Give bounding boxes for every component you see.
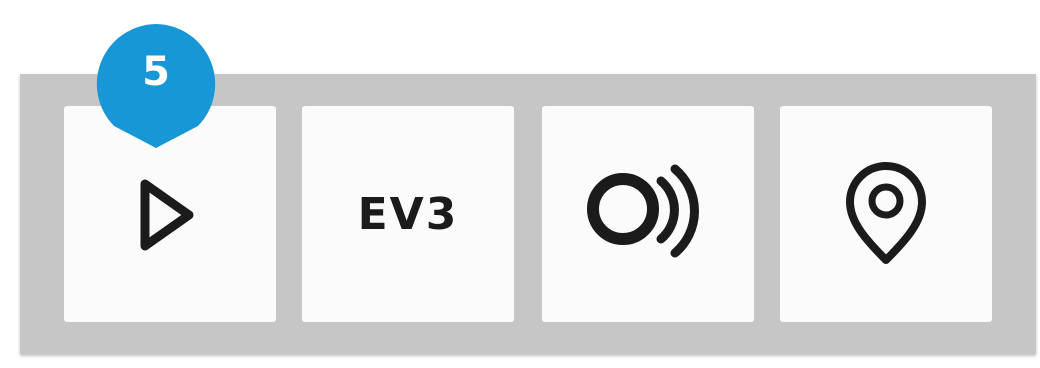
step-callout-badge: 5	[96, 24, 216, 148]
ev3-brick-button[interactable]: EV3	[302, 106, 514, 322]
sensor-waves-icon	[568, 149, 728, 279]
play-triangle-icon	[125, 154, 215, 274]
location-button[interactable]	[780, 106, 992, 322]
location-pin-icon	[826, 144, 946, 284]
ev3-label: EV3	[358, 189, 459, 240]
step-number: 5	[142, 49, 170, 95]
sensor-button[interactable]	[542, 106, 754, 322]
ev3-brick-icon: EV3	[328, 184, 488, 244]
